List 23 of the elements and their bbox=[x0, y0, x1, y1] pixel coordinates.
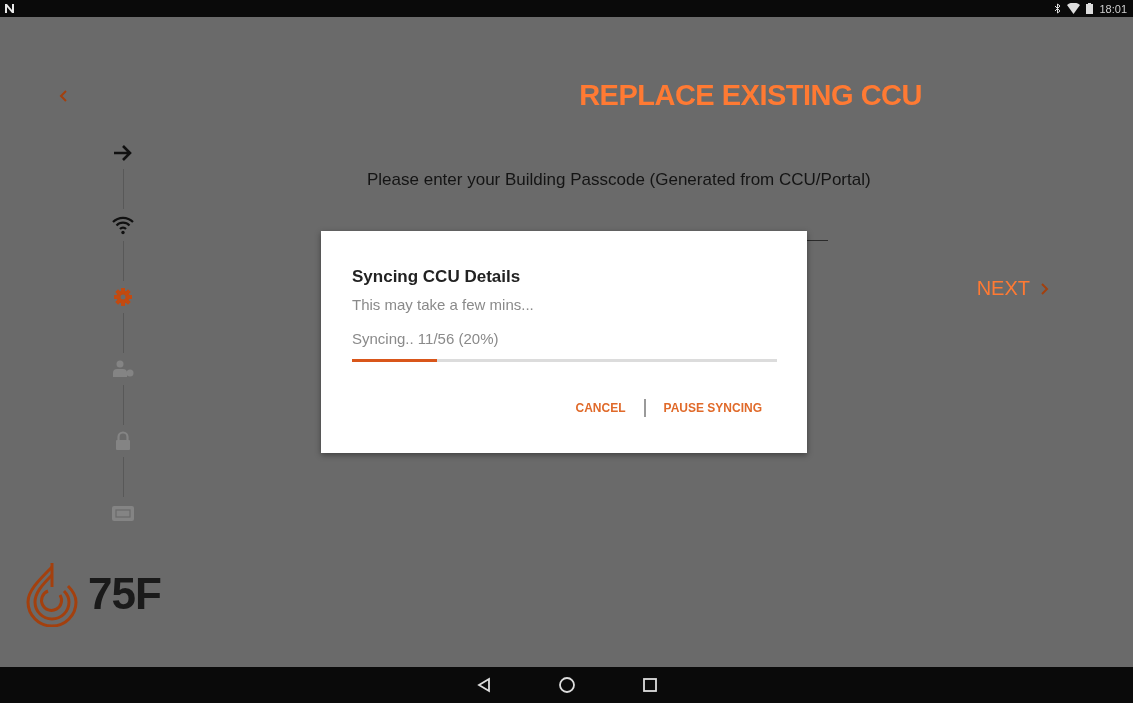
progress-text: Syncing.. 11/56 (20%) bbox=[352, 330, 500, 347]
dialog-title: Syncing CCU Details bbox=[352, 267, 522, 287]
home-nav-button[interactable] bbox=[557, 676, 576, 694]
battery-icon bbox=[1086, 3, 1094, 14]
passcode-prompt: Please enter your Building Passcode (Generated from CCU/Portal) bbox=[367, 170, 872, 190]
drop-logo-icon bbox=[24, 561, 80, 627]
dialog-button[interactable]: PAUSE SYNCING bbox=[663, 399, 762, 417]
back-nav-button[interactable] bbox=[475, 677, 492, 693]
chevron-left-icon bbox=[58, 89, 68, 103]
triangle-back-icon bbox=[475, 677, 492, 693]
circle-home-icon bbox=[557, 676, 576, 694]
logo-text: 75F bbox=[88, 569, 161, 619]
dialog-button[interactable]: CANCEL bbox=[575, 399, 626, 417]
page-title: REPLACE EXISTING CCU bbox=[579, 79, 922, 112]
dialog-subtitle: This may take a few mins... bbox=[352, 296, 535, 313]
chevron-right-icon bbox=[1040, 281, 1049, 296]
square-recents-icon bbox=[641, 677, 658, 693]
bluetooth-icon bbox=[1054, 3, 1062, 14]
wifi-icon bbox=[1067, 3, 1081, 14]
clock-time: 18:01 bbox=[1099, 2, 1127, 15]
next-button[interactable]: NEXT bbox=[976, 277, 1049, 300]
recents-nav-button[interactable] bbox=[641, 677, 658, 693]
notification-icon bbox=[4, 3, 15, 14]
